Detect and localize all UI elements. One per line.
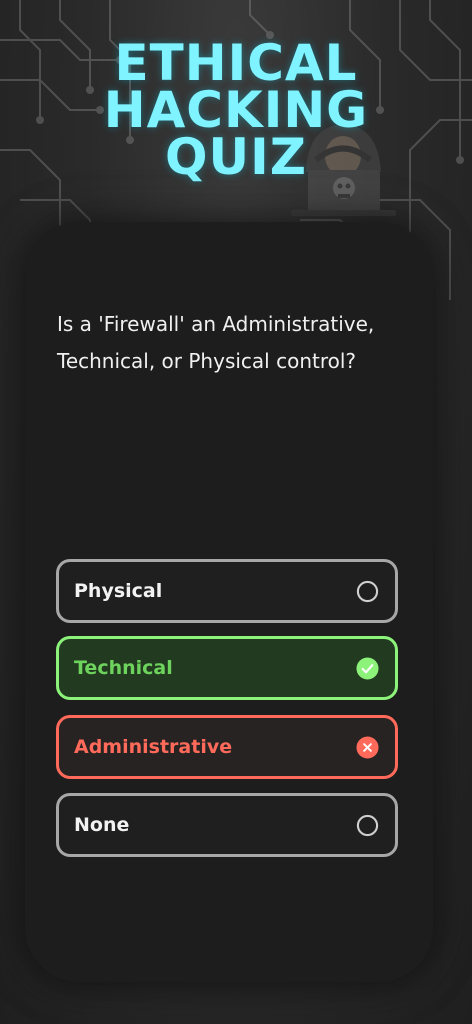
title-line-2: HACKING: [103, 81, 369, 139]
option-label: Physical: [74, 580, 163, 602]
answer-option-technical[interactable]: Technical: [56, 636, 398, 700]
quiz-title: ETHICAL HACKING QUIZ: [0, 34, 472, 186]
answer-option-none[interactable]: None: [56, 793, 398, 857]
x-circle-icon: [356, 735, 379, 759]
answer-option-administrative[interactable]: Administrative: [56, 715, 398, 779]
check-circle-icon: [356, 656, 379, 680]
option-label: Technical: [74, 657, 173, 679]
title-line-1: ETHICAL: [114, 34, 358, 92]
option-label: None: [74, 814, 130, 836]
title-line-3: QUIZ: [165, 128, 307, 186]
radio-empty-icon: [356, 580, 379, 602]
question-text: Is a 'Firewall' an Administrative, Techn…: [57, 312, 375, 373]
option-label: Administrative: [74, 736, 233, 758]
answer-option-physical[interactable]: Physical: [56, 559, 398, 623]
radio-empty-icon: [356, 814, 379, 836]
